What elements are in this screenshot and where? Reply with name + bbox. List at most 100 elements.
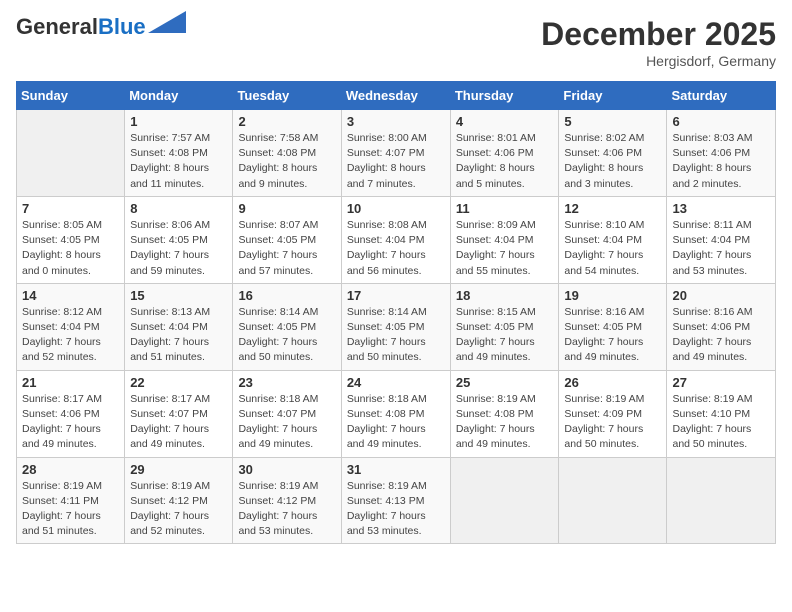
calendar-cell: 5 Sunrise: 8:02 AMSunset: 4:06 PMDaylight… xyxy=(559,110,667,197)
day-info: Sunrise: 8:12 AMSunset: 4:04 PMDaylight:… xyxy=(22,305,119,366)
day-info: Sunrise: 8:18 AMSunset: 4:07 PMDaylight:… xyxy=(238,392,335,453)
day-number: 29 xyxy=(130,462,227,477)
location-subtitle: Hergisdorf, Germany xyxy=(541,53,776,69)
page-header: GeneralBlue December 2025 Hergisdorf, Ge… xyxy=(16,16,776,69)
calendar-cell: 1 Sunrise: 7:57 AMSunset: 4:08 PMDaylight… xyxy=(125,110,233,197)
day-info: Sunrise: 8:16 AMSunset: 4:06 PMDaylight:… xyxy=(672,305,770,366)
calendar-week-4: 21 Sunrise: 8:17 AMSunset: 4:06 PMDayligh… xyxy=(17,370,776,457)
day-info: Sunrise: 8:05 AMSunset: 4:05 PMDaylight:… xyxy=(22,218,119,279)
calendar-cell: 31 Sunrise: 8:19 AMSunset: 4:13 PMDayligh… xyxy=(341,457,450,544)
logo: GeneralBlue xyxy=(16,16,186,38)
day-info: Sunrise: 8:17 AMSunset: 4:07 PMDaylight:… xyxy=(130,392,227,453)
day-number: 27 xyxy=(672,375,770,390)
calendar-cell: 16Sunrise: 8:14 AMSunset: 4:05 PMDayligh… xyxy=(233,283,341,370)
day-info: Sunrise: 8:18 AMSunset: 4:08 PMDaylight:… xyxy=(347,392,445,453)
day-info: Sunrise: 8:17 AMSunset: 4:06 PMDaylight:… xyxy=(22,392,119,453)
day-info: Sunrise: 8:10 AMSunset: 4:04 PMDaylight:… xyxy=(564,218,661,279)
day-info: Sunrise: 8:08 AMSunset: 4:04 PMDaylight:… xyxy=(347,218,445,279)
calendar-cell: 14 Sunrise: 8:12 AMSunset: 4:04 PMDayligh… xyxy=(17,283,125,370)
day-info: Sunrise: 8:14 AMSunset: 4:05 PMDaylight:… xyxy=(238,305,335,366)
calendar-cell: 17 Sunrise: 8:14 AMSunset: 4:05 PMDayligh… xyxy=(341,283,450,370)
calendar-cell: 8Sunrise: 8:06 AMSunset: 4:05 PMDaylight… xyxy=(125,196,233,283)
calendar-cell: 15 Sunrise: 8:13 AMSunset: 4:04 PMDayligh… xyxy=(125,283,233,370)
day-info: Sunrise: 8:00 AMSunset: 4:07 PMDaylight:… xyxy=(347,131,445,192)
day-number: 12 xyxy=(564,201,661,216)
day-info: Sunrise: 8:19 AMSunset: 4:12 PMDaylight:… xyxy=(130,479,227,540)
calendar-cell: 12 Sunrise: 8:10 AMSunset: 4:04 PMDayligh… xyxy=(559,196,667,283)
day-info: Sunrise: 8:02 AMSunset: 4:06 PMDaylight:… xyxy=(564,131,661,192)
calendar-week-1: 1 Sunrise: 7:57 AMSunset: 4:08 PMDaylight… xyxy=(17,110,776,197)
calendar-cell: 24 Sunrise: 8:18 AMSunset: 4:08 PMDayligh… xyxy=(341,370,450,457)
day-info: Sunrise: 8:03 AMSunset: 4:06 PMDaylight:… xyxy=(672,131,770,192)
month-title: December 2025 xyxy=(541,16,776,53)
day-number: 18 xyxy=(456,288,554,303)
day-number: 28 xyxy=(22,462,119,477)
calendar-cell: 19 Sunrise: 8:16 AMSunset: 4:05 PMDayligh… xyxy=(559,283,667,370)
day-number: 5 xyxy=(564,114,661,129)
day-info: Sunrise: 8:16 AMSunset: 4:05 PMDaylight:… xyxy=(564,305,661,366)
calendar-week-5: 28Sunrise: 8:19 AMSunset: 4:11 PMDayligh… xyxy=(17,457,776,544)
day-number: 21 xyxy=(22,375,119,390)
calendar-cell xyxy=(450,457,559,544)
day-info: Sunrise: 8:19 AMSunset: 4:13 PMDaylight:… xyxy=(347,479,445,540)
day-number: 19 xyxy=(564,288,661,303)
calendar-cell: 29 Sunrise: 8:19 AMSunset: 4:12 PMDayligh… xyxy=(125,457,233,544)
day-number: 17 xyxy=(347,288,445,303)
calendar-cell xyxy=(667,457,776,544)
day-info: Sunrise: 8:19 AMSunset: 4:09 PMDaylight:… xyxy=(564,392,661,453)
day-number: 31 xyxy=(347,462,445,477)
calendar-cell xyxy=(17,110,125,197)
calendar-cell: 28Sunrise: 8:19 AMSunset: 4:11 PMDayligh… xyxy=(17,457,125,544)
day-number: 24 xyxy=(347,375,445,390)
calendar-cell: 26 Sunrise: 8:19 AMSunset: 4:09 PMDayligh… xyxy=(559,370,667,457)
day-number: 15 xyxy=(130,288,227,303)
day-info: Sunrise: 8:19 AMSunset: 4:08 PMDaylight:… xyxy=(456,392,554,453)
calendar-cell: 30 Sunrise: 8:19 AMSunset: 4:12 PMDayligh… xyxy=(233,457,341,544)
calendar-cell: 20 Sunrise: 8:16 AMSunset: 4:06 PMDayligh… xyxy=(667,283,776,370)
calendar-cell: 4Sunrise: 8:01 AMSunset: 4:06 PMDaylight… xyxy=(450,110,559,197)
day-number: 26 xyxy=(564,375,661,390)
day-info: Sunrise: 8:15 AMSunset: 4:05 PMDaylight:… xyxy=(456,305,554,366)
calendar-cell: 10Sunrise: 8:08 AMSunset: 4:04 PMDayligh… xyxy=(341,196,450,283)
calendar-cell: 11 Sunrise: 8:09 AMSunset: 4:04 PMDayligh… xyxy=(450,196,559,283)
day-number: 1 xyxy=(130,114,227,129)
day-info: Sunrise: 8:19 AMSunset: 4:10 PMDaylight:… xyxy=(672,392,770,453)
day-info: Sunrise: 7:57 AMSunset: 4:08 PMDaylight:… xyxy=(130,131,227,192)
calendar-cell: 2Sunrise: 7:58 AMSunset: 4:08 PMDaylight… xyxy=(233,110,341,197)
day-number: 3 xyxy=(347,114,445,129)
day-info: Sunrise: 8:11 AMSunset: 4:04 PMDaylight:… xyxy=(672,218,770,279)
column-header-wednesday: Wednesday xyxy=(341,82,450,110)
calendar-week-2: 7Sunrise: 8:05 AMSunset: 4:05 PMDaylight… xyxy=(17,196,776,283)
column-header-sunday: Sunday xyxy=(17,82,125,110)
title-block: December 2025 Hergisdorf, Germany xyxy=(541,16,776,69)
calendar-cell: 13 Sunrise: 8:11 AMSunset: 4:04 PMDayligh… xyxy=(667,196,776,283)
day-number: 9 xyxy=(238,201,335,216)
calendar-cell: 6Sunrise: 8:03 AMSunset: 4:06 PMDaylight… xyxy=(667,110,776,197)
day-number: 20 xyxy=(672,288,770,303)
day-number: 25 xyxy=(456,375,554,390)
day-info: Sunrise: 8:19 AMSunset: 4:12 PMDaylight:… xyxy=(238,479,335,540)
calendar-table: SundayMondayTuesdayWednesdayThursdayFrid… xyxy=(16,81,776,544)
calendar-cell: 23 Sunrise: 8:18 AMSunset: 4:07 PMDayligh… xyxy=(233,370,341,457)
calendar-cell: 7Sunrise: 8:05 AMSunset: 4:05 PMDaylight… xyxy=(17,196,125,283)
day-number: 23 xyxy=(238,375,335,390)
calendar-header-row: SundayMondayTuesdayWednesdayThursdayFrid… xyxy=(17,82,776,110)
day-info: Sunrise: 7:58 AMSunset: 4:08 PMDaylight:… xyxy=(238,131,335,192)
calendar-cell: 22Sunrise: 8:17 AMSunset: 4:07 PMDayligh… xyxy=(125,370,233,457)
day-number: 11 xyxy=(456,201,554,216)
day-number: 30 xyxy=(238,462,335,477)
column-header-monday: Monday xyxy=(125,82,233,110)
column-header-thursday: Thursday xyxy=(450,82,559,110)
day-info: Sunrise: 8:13 AMSunset: 4:04 PMDaylight:… xyxy=(130,305,227,366)
day-number: 13 xyxy=(672,201,770,216)
column-header-saturday: Saturday xyxy=(667,82,776,110)
day-info: Sunrise: 8:06 AMSunset: 4:05 PMDaylight:… xyxy=(130,218,227,279)
column-header-tuesday: Tuesday xyxy=(233,82,341,110)
day-info: Sunrise: 8:14 AMSunset: 4:05 PMDaylight:… xyxy=(347,305,445,366)
day-info: Sunrise: 8:09 AMSunset: 4:04 PMDaylight:… xyxy=(456,218,554,279)
calendar-cell: 3 Sunrise: 8:00 AMSunset: 4:07 PMDaylight… xyxy=(341,110,450,197)
calendar-body: 1 Sunrise: 7:57 AMSunset: 4:08 PMDaylight… xyxy=(17,110,776,544)
column-header-friday: Friday xyxy=(559,82,667,110)
day-number: 14 xyxy=(22,288,119,303)
day-info: Sunrise: 8:01 AMSunset: 4:06 PMDaylight:… xyxy=(456,131,554,192)
